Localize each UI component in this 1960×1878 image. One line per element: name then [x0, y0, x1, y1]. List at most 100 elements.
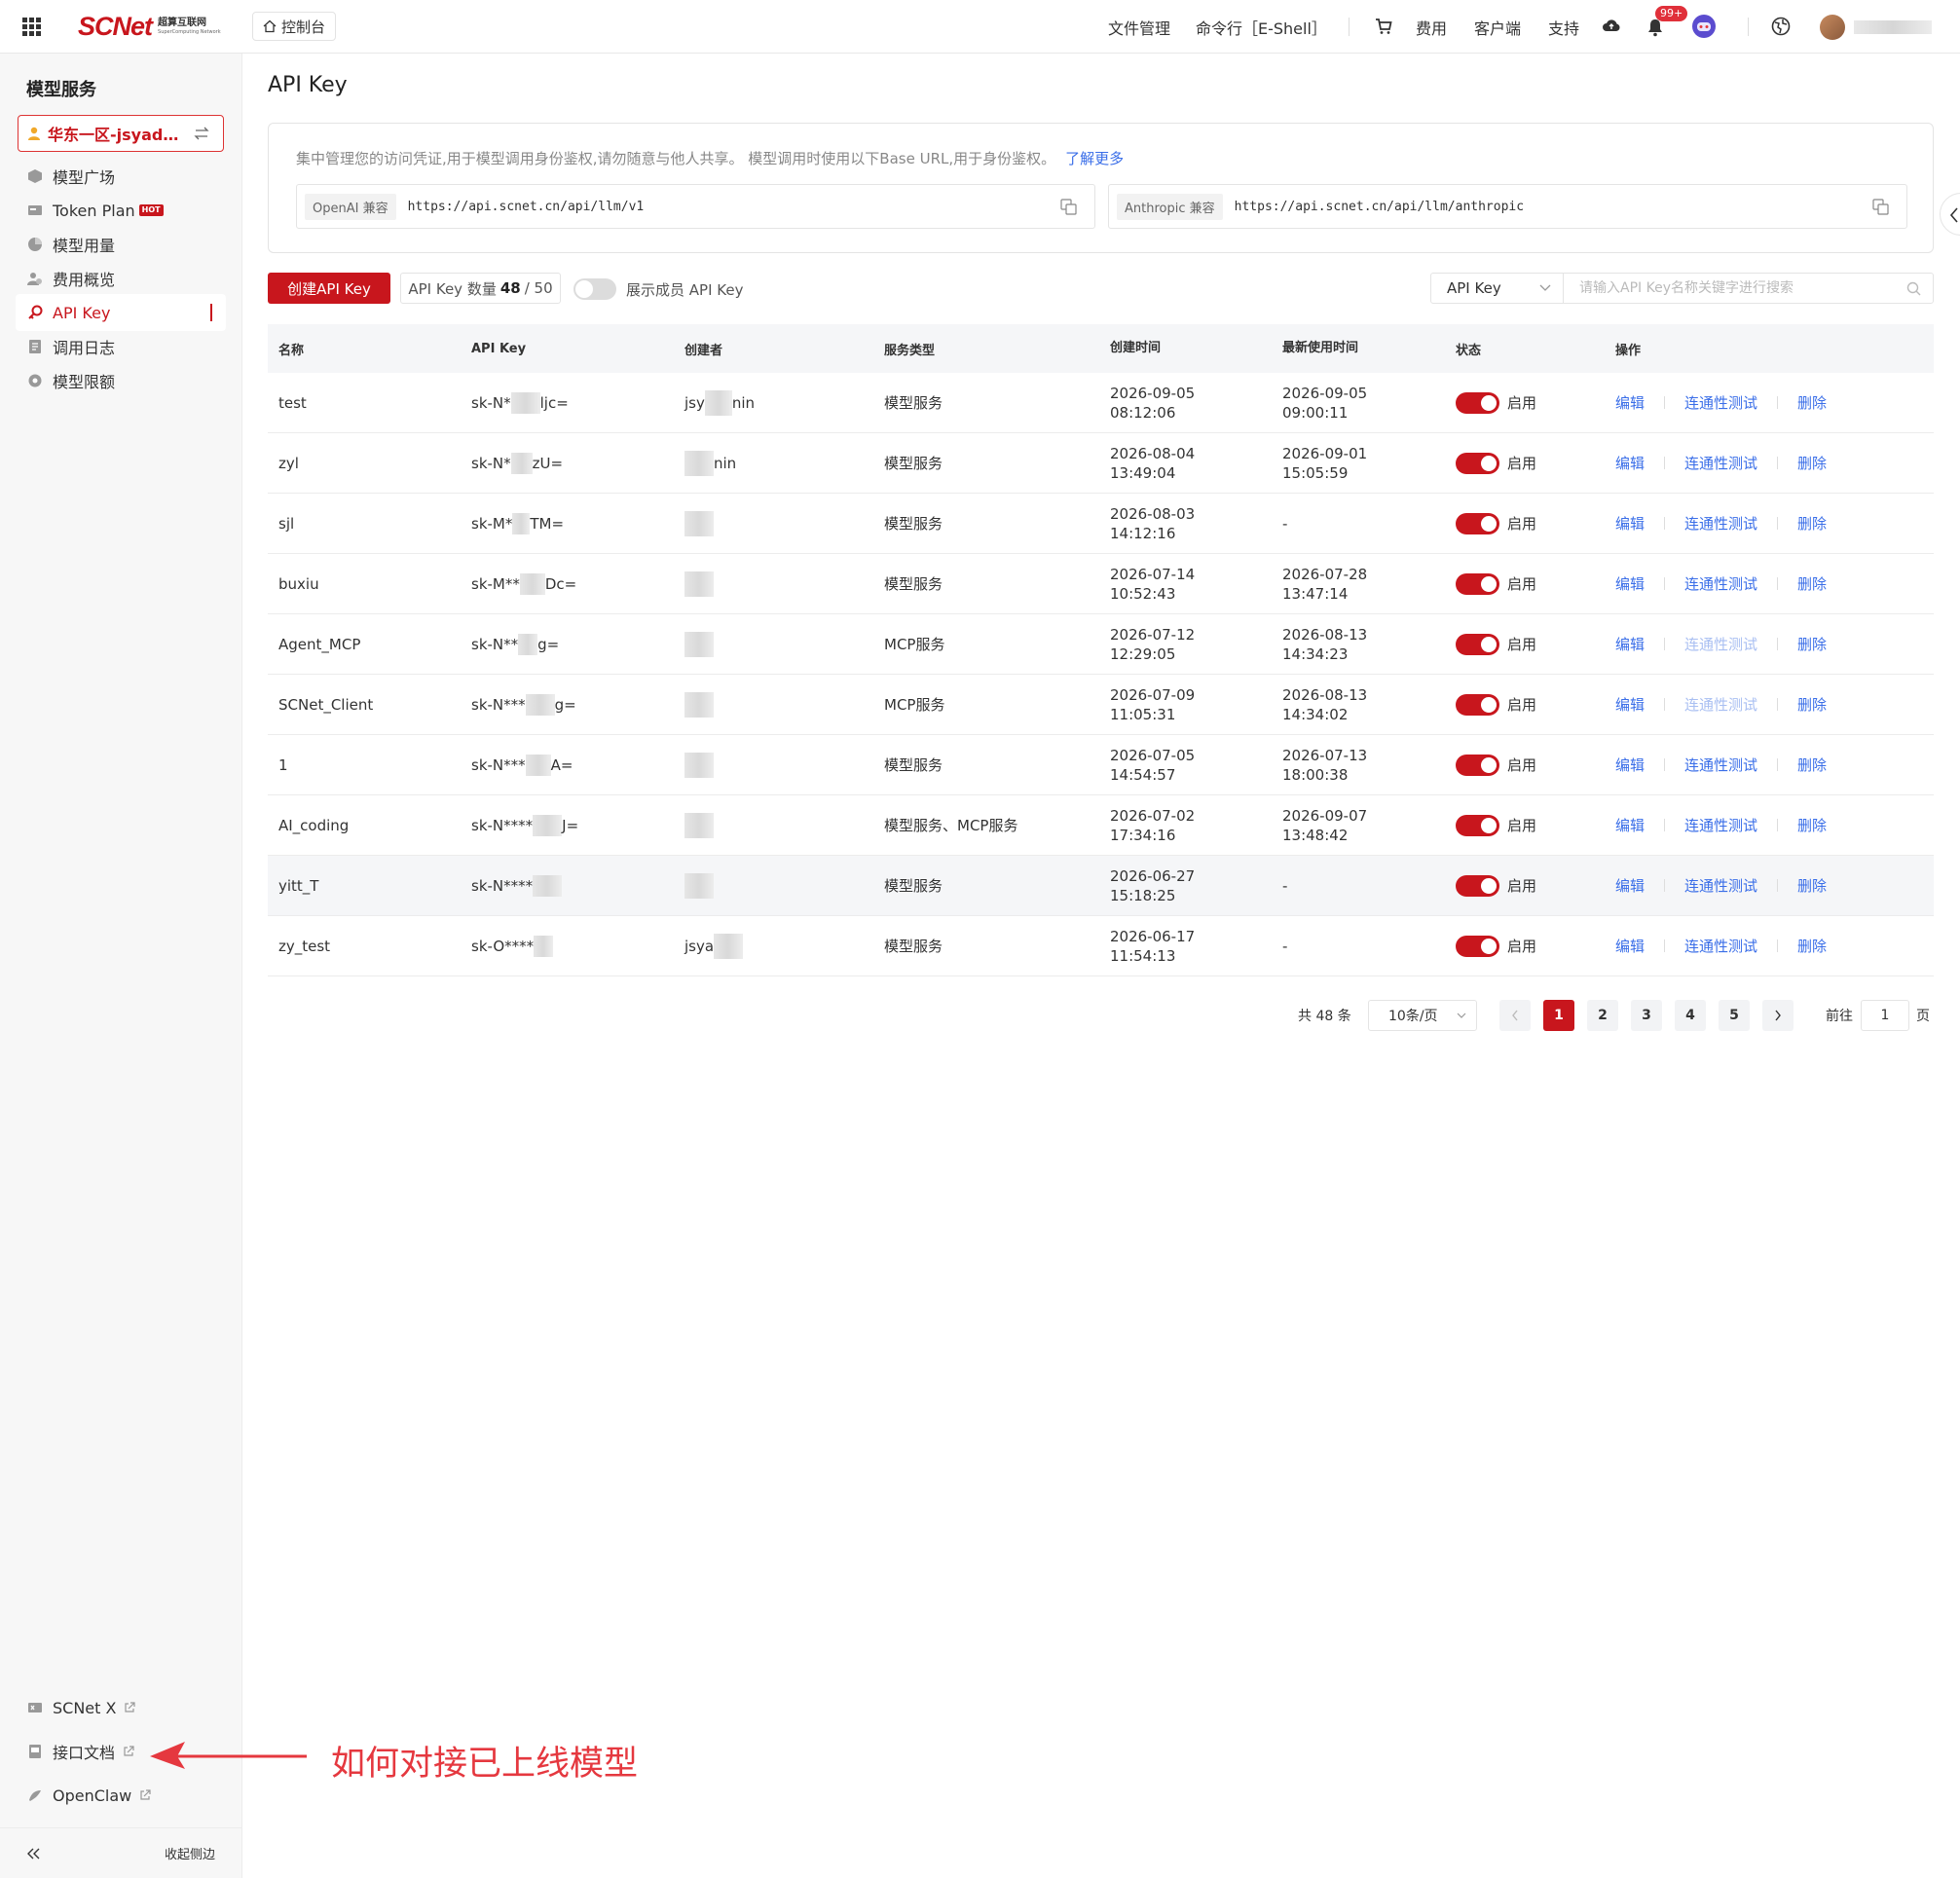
delete-button[interactable]: 删除: [1797, 815, 1827, 835]
status-toggle[interactable]: [1456, 572, 1499, 595]
sidebar-item-model-square[interactable]: 模型广场: [16, 158, 226, 195]
copy-icon[interactable]: [1060, 199, 1077, 215]
creator-suffix: nin: [714, 454, 737, 472]
external-link-icon: [140, 1789, 151, 1800]
prev-page-button[interactable]: [1499, 1000, 1531, 1031]
status-toggle[interactable]: [1456, 633, 1499, 655]
double-chevron-left-icon: [27, 1848, 40, 1859]
chevron-left-icon: [1949, 207, 1958, 223]
status-label: 启用: [1507, 575, 1537, 593]
connectivity-test-button[interactable]: 连通性测试: [1684, 936, 1757, 956]
page-button[interactable]: 2: [1587, 1000, 1618, 1031]
delete-button[interactable]: 删除: [1797, 875, 1827, 896]
search-field-select[interactable]: API Key: [1431, 274, 1564, 303]
sidebar-item-scnet-x[interactable]: SCNet X: [16, 1689, 226, 1726]
sidebar-item-api-key[interactable]: API Key: [16, 294, 226, 331]
connectivity-test-button[interactable]: 连通性测试: [1684, 755, 1757, 775]
app-grid-icon[interactable]: [22, 18, 41, 36]
status-toggle[interactable]: [1456, 391, 1499, 414]
status-toggle[interactable]: [1456, 512, 1499, 534]
sidebar-item-billing-overview[interactable]: 费用概览: [16, 260, 226, 297]
username-masked[interactable]: [1854, 20, 1932, 34]
cell-actions: 编辑 连通性测试 删除: [1615, 755, 1934, 775]
created-time: 11:05:31: [1110, 705, 1176, 723]
connectivity-test-button[interactable]: 连通性测试: [1684, 513, 1757, 534]
search-input[interactable]: [1564, 274, 1906, 303]
connectivity-test-button[interactable]: 连通性测试: [1684, 392, 1757, 413]
edit-button[interactable]: 编辑: [1615, 453, 1645, 473]
nav-file-manager[interactable]: 文件管理: [1108, 0, 1170, 54]
copy-icon[interactable]: [1872, 199, 1889, 215]
connectivity-test-button[interactable]: 连通性测试: [1684, 453, 1757, 473]
avatar[interactable]: [1820, 15, 1845, 40]
sidebar-item-model-usage[interactable]: 模型用量: [16, 226, 226, 263]
next-page-button[interactable]: [1762, 1000, 1794, 1031]
delete-button[interactable]: 删除: [1797, 755, 1827, 775]
status-toggle[interactable]: [1456, 754, 1499, 776]
region-switcher[interactable]: 华东一区-jsyadmi...: [18, 115, 224, 152]
status-toggle[interactable]: [1456, 814, 1499, 836]
sidebar-item-model-quota[interactable]: 模型限额: [16, 362, 226, 399]
edit-button[interactable]: 编辑: [1615, 755, 1645, 775]
nav-support[interactable]: 支持: [1548, 0, 1579, 54]
collapse-sidebar-button[interactable]: 收起侧边: [0, 1827, 242, 1878]
connectivity-test-button[interactable]: 连通性测试: [1684, 694, 1757, 715]
connectivity-test-button[interactable]: 连通性测试: [1684, 875, 1757, 896]
create-api-key-button[interactable]: 创建API Key: [268, 273, 390, 304]
page-size-select[interactable]: 10条/页: [1368, 1000, 1477, 1031]
delete-button[interactable]: 删除: [1797, 453, 1827, 473]
edit-button[interactable]: 编辑: [1615, 875, 1645, 896]
sidebar-item-call-log[interactable]: 调用日志: [16, 328, 226, 365]
header-service-type: 服务类型: [884, 343, 936, 358]
nav-eshell[interactable]: 命令行［E-Shell］: [1196, 0, 1327, 54]
delete-button[interactable]: 删除: [1797, 513, 1827, 534]
status-toggle[interactable]: [1456, 935, 1499, 957]
scnet-logo[interactable]: SCNet 超算互联网 SuperComputing Network: [78, 10, 221, 43]
page-button[interactable]: 1: [1543, 1000, 1574, 1031]
delete-button[interactable]: 删除: [1797, 573, 1827, 594]
delete-button[interactable]: 删除: [1797, 936, 1827, 956]
status-toggle[interactable]: [1456, 452, 1499, 474]
status-toggle[interactable]: [1456, 693, 1499, 716]
key-suffix: TM=: [530, 514, 565, 533]
connectivity-test-button[interactable]: 连通性测试: [1684, 815, 1757, 835]
edit-button[interactable]: 编辑: [1615, 634, 1645, 654]
table-row: zy_test sk-O**** jsya 模型服务 2026-06-17 11:54:1…: [268, 916, 1934, 976]
edit-button[interactable]: 编辑: [1615, 694, 1645, 715]
globe-icon[interactable]: [1771, 17, 1791, 36]
cell-name: SCNet_Client: [278, 695, 374, 714]
edit-button[interactable]: 编辑: [1615, 513, 1645, 534]
search-icon[interactable]: [1906, 281, 1921, 296]
info-description: 集中管理您的访问凭证,用于模型调用身份鉴权,请勿随意与他人共享。 模型调用时使用…: [296, 150, 1056, 167]
page-button[interactable]: 4: [1675, 1000, 1706, 1031]
delete-button[interactable]: 删除: [1797, 392, 1827, 413]
console-button[interactable]: 控制台: [252, 12, 337, 41]
edit-button[interactable]: 编辑: [1615, 392, 1645, 413]
cloud-upload-icon[interactable]: [1602, 18, 1621, 35]
side-panel-toggle[interactable]: [1940, 193, 1960, 236]
sidebar-item-token-plan[interactable]: Token Plan HOT: [16, 192, 226, 229]
status-toggle[interactable]: [1456, 874, 1499, 897]
assistant-robot-icon[interactable]: [1691, 14, 1717, 39]
table-row: test sk-N* ljc= jsy nin 模型服务 2026-09-05 08:12:0…: [268, 373, 1934, 433]
sidebar-item-openclaw[interactable]: OpenClaw: [16, 1777, 226, 1814]
page-button[interactable]: 5: [1719, 1000, 1750, 1031]
edit-button[interactable]: 编辑: [1615, 573, 1645, 594]
created-time: 11:54:13: [1110, 946, 1176, 965]
show-members-toggle[interactable]: [573, 278, 616, 300]
edit-button[interactable]: 编辑: [1615, 936, 1645, 956]
page-button[interactable]: 3: [1631, 1000, 1662, 1031]
delete-button[interactable]: 删除: [1797, 634, 1827, 654]
cell-creator: [684, 571, 884, 597]
connectivity-test-button[interactable]: 连通性测试: [1684, 634, 1757, 654]
connectivity-test-button[interactable]: 连通性测试: [1684, 573, 1757, 594]
nav-client[interactable]: 客户端: [1474, 0, 1521, 54]
delete-button[interactable]: 删除: [1797, 694, 1827, 715]
goto-page-input[interactable]: 1: [1861, 1000, 1909, 1031]
learn-more-link[interactable]: 了解更多: [1065, 150, 1124, 167]
edit-button[interactable]: 编辑: [1615, 815, 1645, 835]
sidebar-item-label: SCNet X: [53, 1698, 117, 1717]
cart-icon[interactable]: [1375, 18, 1392, 35]
nav-billing[interactable]: 费用: [1416, 0, 1447, 54]
divider: [1664, 638, 1666, 650]
